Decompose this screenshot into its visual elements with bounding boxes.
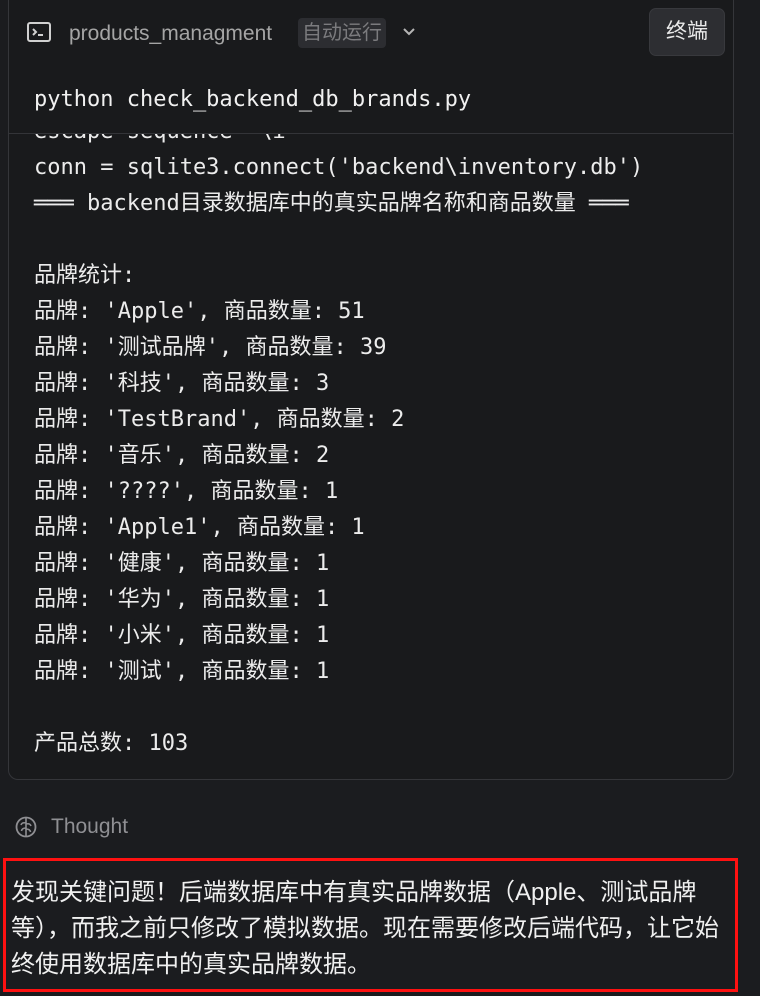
chevron-down-icon[interactable] [401,24,417,40]
output-line: ═══ backend目录数据库中的真实品牌名称和商品数量 ═══ [34,191,629,216]
output-line: 品牌: '音乐', 商品数量: 2 [34,443,330,468]
output-line: 品牌: 'Apple', 商品数量: 51 [34,299,365,324]
output-line: 产品总数: 103 [34,731,189,756]
output-line: 品牌: '健康', 商品数量: 1 [34,551,330,576]
output-line: 品牌: '小米', 商品数量: 1 [34,623,330,648]
output-line [34,222,643,258]
output-line: 品牌: '华为', 商品数量: 1 [34,587,330,612]
highlighted-message: 发现关键问题！后端数据库中有真实品牌数据（Apple、测试品牌等），而我之前只修… [3,858,738,992]
output-line: 品牌: '测试品牌', 商品数量: 39 [34,335,387,360]
output-line: conn = sqlite3.connect('backend\inventor… [34,155,644,180]
thought-label: Thought [51,815,129,838]
terminal-output[interactable]: escape sequence '\i' conn = sqlite3.conne… [9,134,733,779]
terminal-card: products_managment 自动运行 终端 python check_… [8,0,734,780]
output-line: 品牌: '????', 商品数量: 1 [34,479,339,504]
auto-run-dropdown[interactable]: 自动运行 [298,18,386,48]
output-line: 品牌: '科技', 商品数量: 3 [34,371,330,396]
assistant-message: 发现关键问题！后端数据库中有真实品牌数据（Apple、测试品牌等），而我之前只修… [11,879,719,978]
project-name: products_managment [69,22,273,45]
output-lines: escape sequence '\i' conn = sqlite3.conne… [34,134,643,762]
terminal-header: products_managment 自动运行 终端 python check_… [9,0,733,134]
command-text: python check_backend_db_brands.py [34,87,472,112]
output-line: 品牌: 'TestBrand', 商品数量: 2 [34,407,405,432]
output-line [34,690,643,726]
output-line: escape sequence '\i' [34,134,643,150]
output-line: 品牌统计: [34,263,136,288]
output-line: 品牌: '测试', 商品数量: 1 [34,659,330,684]
brain-icon [15,816,37,838]
terminal-button[interactable]: 终端 [649,8,725,56]
output-line: 品牌: 'Apple1', 商品数量: 1 [34,515,365,540]
terminal-icon [27,22,51,42]
